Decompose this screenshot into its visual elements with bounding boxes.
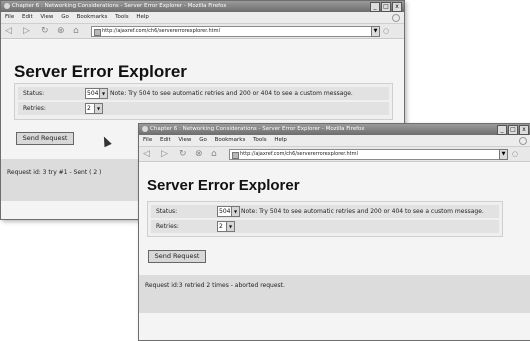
address-url: http://ajaxref.com/ch6/servererrorexplor… xyxy=(102,28,220,34)
address-dropdown[interactable]: ▼ xyxy=(371,26,380,37)
send-request-button[interactable]: Send Request xyxy=(148,250,206,263)
address-bar[interactable]: http://ajaxref.com/ch6/servererrorexplor… xyxy=(91,26,377,37)
menu-edit[interactable]: Edit xyxy=(160,137,171,143)
retries-row: Retries: 2 ▼ xyxy=(18,102,389,115)
window-title: Chapter 6 : Networking Considerations - … xyxy=(12,3,227,9)
menu-file[interactable]: File xyxy=(143,137,152,143)
home-icon[interactable]: ⌂ xyxy=(211,148,217,160)
go-icon[interactable]: ○ xyxy=(383,25,389,37)
page-title: Server Error Explorer xyxy=(14,62,187,81)
menu-tools[interactable]: Tools xyxy=(115,14,129,20)
menu-file[interactable]: File xyxy=(5,14,14,20)
chevron-down-icon: ▼ xyxy=(94,104,102,113)
message-area: Request id:3 retried 2 times - aborted r… xyxy=(139,275,530,313)
status-select-value: 504 xyxy=(219,208,231,215)
status-select[interactable]: 504 ▼ xyxy=(217,206,240,217)
title-bar: Chapter 6 : Networking Considerations - … xyxy=(139,124,530,135)
title-bar: Chapter 6 : Networking Considerations - … xyxy=(1,1,404,12)
window-title: Chapter 6 : Networking Considerations - … xyxy=(150,126,365,132)
menu-bookmarks[interactable]: Bookmarks xyxy=(77,14,108,20)
reload-icon[interactable]: ↻ xyxy=(41,25,49,37)
navigation-toolbar: ◁ ▷ ↻ ⊗ ⌂ http://ajaxref.com/ch6/servere… xyxy=(139,147,530,162)
retries-select[interactable]: 2 ▼ xyxy=(217,221,235,232)
address-bar[interactable]: http://ajaxref.com/ch6/servererrorexplor… xyxy=(229,149,505,160)
status-select-value: 504 xyxy=(87,90,99,97)
throbber-icon xyxy=(519,137,527,145)
maximize-button[interactable]: □ xyxy=(508,125,518,135)
retries-select-value: 2 xyxy=(219,223,223,230)
stop-icon[interactable]: ⊗ xyxy=(195,148,203,160)
chevron-down-icon: ▼ xyxy=(99,89,107,98)
forward-icon[interactable]: ▷ xyxy=(161,148,168,160)
status-label: Status: xyxy=(156,208,178,215)
request-message: Request id: 3 try #1 - Sent ( 2 ) xyxy=(7,169,102,176)
address-dropdown[interactable]: ▼ xyxy=(499,149,508,160)
page-icon xyxy=(94,29,101,36)
stop-icon[interactable]: ⊗ xyxy=(57,25,65,37)
page-content: Server Error Explorer Status: 504 ▼ Note:… xyxy=(139,163,530,340)
home-icon[interactable]: ⌂ xyxy=(73,25,79,37)
request-form: Status: 504 ▼ Note: Try 504 to see automa… xyxy=(14,83,393,120)
address-url: http://ajaxref.com/ch6/servererrorexplor… xyxy=(240,151,358,157)
retries-select[interactable]: 2 ▼ xyxy=(85,103,103,114)
status-row: Status: 504 ▼ Note: Try 504 to see automa… xyxy=(18,87,389,100)
menu-tools[interactable]: Tools xyxy=(253,137,267,143)
menu-edit[interactable]: Edit xyxy=(22,14,33,20)
menu-go[interactable]: Go xyxy=(199,137,207,143)
maximize-button[interactable]: □ xyxy=(381,2,391,12)
menu-view[interactable]: View xyxy=(178,137,191,143)
status-label: Status: xyxy=(23,90,45,97)
back-icon[interactable]: ◁ xyxy=(5,25,12,37)
menu-bookmarks[interactable]: Bookmarks xyxy=(215,137,246,143)
forward-icon[interactable]: ▷ xyxy=(23,25,30,37)
close-button[interactable]: x xyxy=(519,125,529,135)
throbber-icon xyxy=(392,14,400,22)
firefox-icon xyxy=(142,125,148,132)
status-note: Note: Try 504 to see automatic retries a… xyxy=(110,90,353,97)
status-note: Note: Try 504 to see automatic retries a… xyxy=(241,208,484,215)
reload-icon[interactable]: ↻ xyxy=(179,148,187,160)
navigation-toolbar: ◁ ▷ ↻ ⊗ ⌂ http://ajaxref.com/ch6/servere… xyxy=(1,24,404,39)
request-form: Status: 504 ▼ Note: Try 504 to see automa… xyxy=(147,201,503,237)
firefox-icon xyxy=(4,2,10,9)
request-message: Request id:3 retried 2 times - aborted r… xyxy=(145,282,285,289)
menu-bar: File Edit View Go Bookmarks Tools Help xyxy=(1,12,404,24)
chevron-down-icon: ▼ xyxy=(226,222,234,231)
page-title: Server Error Explorer xyxy=(147,177,300,194)
status-row: Status: 504 ▼ Note: Try 504 to see automa… xyxy=(151,205,499,218)
browser-window-foreground: Chapter 6 : Networking Considerations - … xyxy=(138,123,530,341)
send-request-button[interactable]: Send Request xyxy=(16,132,74,145)
menu-go[interactable]: Go xyxy=(61,14,69,20)
mouse-cursor-icon xyxy=(100,134,112,148)
chevron-down-icon: ▼ xyxy=(231,207,239,216)
retries-row: Retries: 2 ▼ xyxy=(151,220,499,233)
back-icon[interactable]: ◁ xyxy=(143,148,150,160)
menu-help[interactable]: Help xyxy=(274,137,287,143)
page-icon xyxy=(232,152,239,159)
close-button[interactable]: x xyxy=(392,2,402,12)
minimize-button[interactable]: _ xyxy=(370,2,380,12)
menu-bar: File Edit View Go Bookmarks Tools Help xyxy=(139,135,530,147)
menu-view[interactable]: View xyxy=(40,14,53,20)
retries-select-value: 2 xyxy=(87,105,91,112)
go-icon[interactable]: ○ xyxy=(512,148,518,160)
status-select[interactable]: 504 ▼ xyxy=(85,88,108,99)
minimize-button[interactable]: _ xyxy=(497,125,507,135)
retries-label: Retries: xyxy=(23,105,46,112)
retries-label: Retries: xyxy=(156,223,179,230)
menu-help[interactable]: Help xyxy=(136,14,149,20)
